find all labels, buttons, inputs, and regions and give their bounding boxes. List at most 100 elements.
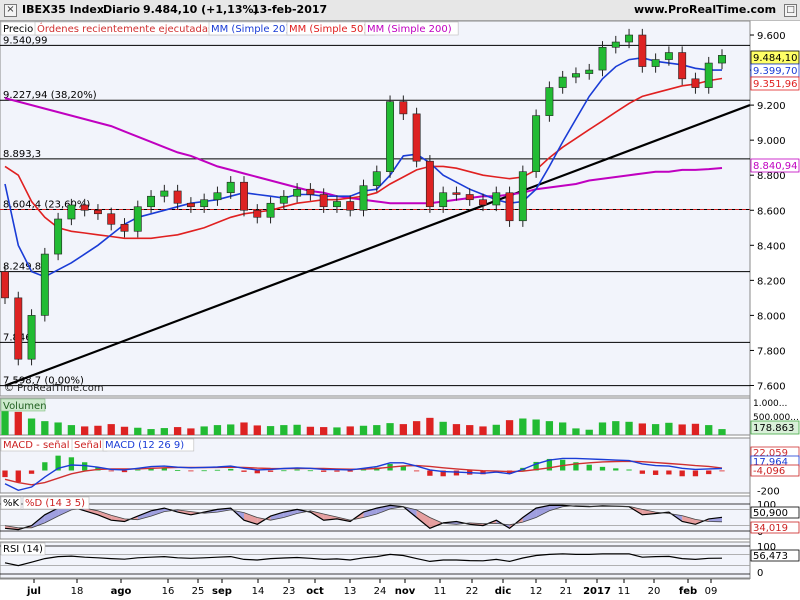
ytick-label: 8.400 <box>757 241 786 252</box>
ytick-label: 8.800 <box>757 171 786 182</box>
ytick-label: 9.200 <box>757 101 786 112</box>
stoch-tag: 34,019 <box>753 523 788 534</box>
volume-bar <box>41 421 49 435</box>
macd-hist-bar <box>692 470 699 477</box>
candle-body <box>40 253 49 316</box>
volume-bar <box>559 422 567 435</box>
candle-body <box>412 113 421 162</box>
macd-hist-bar <box>307 470 314 472</box>
volume-bar <box>386 423 394 435</box>
macd-hist-bar <box>174 470 181 471</box>
candle-body <box>1 271 9 299</box>
rsi-tag: 56,473 <box>753 551 788 562</box>
volume-bar <box>213 425 222 435</box>
volume-bar <box>160 428 168 435</box>
candle-body <box>200 199 209 208</box>
volume-bar <box>399 424 407 435</box>
volume-bar <box>479 426 487 435</box>
watermark: © ProRealTime.com <box>4 383 104 394</box>
macd-hist-bar <box>241 470 247 472</box>
volume-bar <box>27 418 36 435</box>
macd-hist-bar <box>42 462 48 471</box>
volume-bar <box>346 426 354 435</box>
rsi-panel <box>0 541 751 579</box>
volume-bar <box>333 427 341 435</box>
xtick-label: nov <box>395 586 416 597</box>
candle-body <box>545 87 554 116</box>
volume-bar <box>14 411 22 435</box>
xtick-label: 24 <box>374 586 387 597</box>
volume-bar <box>705 425 713 435</box>
candle-body <box>266 202 275 218</box>
candle-body <box>704 62 713 88</box>
candle-body <box>160 190 169 197</box>
ytick-label: 9.000 <box>757 136 786 147</box>
candle-body <box>14 297 23 360</box>
candle-body <box>279 195 288 204</box>
macd-hist-bar <box>214 469 221 471</box>
macd-ytick: -200 <box>757 487 780 498</box>
macd-hist-bar <box>706 470 712 475</box>
ytick-label: 8.000 <box>757 311 786 322</box>
volume-bar <box>107 424 115 435</box>
volume-bar <box>81 426 89 435</box>
macd-hist-bar <box>427 470 433 476</box>
candle-body <box>479 199 487 206</box>
macd-hist-bar <box>626 469 632 471</box>
macd-hist-bar <box>413 470 420 472</box>
volume-bar <box>572 428 580 435</box>
candle-body <box>120 223 129 232</box>
candle-body <box>386 101 395 173</box>
candle-body <box>372 171 381 187</box>
level-label: 9.227,94 (38,20%) <box>3 90 97 101</box>
volume-bar <box>545 421 554 435</box>
macd-hist-bar <box>228 468 234 471</box>
volume-bar <box>373 425 381 435</box>
ytick-label: 7.800 <box>757 346 786 357</box>
xtick-label: ago <box>111 586 132 597</box>
xtick-label: 25 <box>192 586 205 597</box>
stoch-tag: 50,900 <box>753 508 788 519</box>
macd-hist-bar <box>267 470 274 472</box>
xtick-label: 22 <box>466 586 479 597</box>
volume-bar <box>240 422 248 435</box>
macd-hist-bar <box>188 470 194 472</box>
candle-body <box>439 192 448 208</box>
stoch-legend-d: %D (14 3 5) <box>25 498 85 509</box>
volume-bar <box>678 424 686 435</box>
candle-body <box>359 185 368 211</box>
legend-mm200: MM (Simple 200) <box>367 24 452 35</box>
candle-body <box>226 181 235 194</box>
macd-hist-bar <box>347 470 353 472</box>
macd-hist-bar <box>254 470 260 474</box>
xtick-label: 2017 <box>583 586 611 597</box>
volume-bar <box>651 424 660 435</box>
macd-hist-bar <box>586 464 592 471</box>
candle-body <box>319 194 328 208</box>
volume-bar <box>253 425 261 435</box>
macd-legend-signal: Señal <box>74 440 102 451</box>
volume-bar <box>147 429 155 435</box>
candle-body <box>505 192 514 222</box>
candle-body <box>492 192 501 206</box>
macd-hist-bar <box>599 466 606 471</box>
chart-svg: 9.540,99 9.227,94 (38,20%) 8.893,3 8.604,4 … <box>0 20 800 597</box>
xtick-label: 14 <box>252 586 265 597</box>
level-label: 8.893,3 <box>3 149 41 160</box>
macd-hist-bar <box>68 457 75 471</box>
xtick-label: 11 <box>618 586 631 597</box>
vol-ytick: 1.000... <box>753 399 787 409</box>
candle-body <box>27 315 36 360</box>
legend-orders: Órdenes recientemente ejecutadas <box>37 22 213 35</box>
volume-bar <box>452 424 461 435</box>
volume-bar <box>466 425 474 435</box>
legend-mm50: MM (Simple 50) <box>289 24 367 35</box>
volume-bar <box>492 424 500 435</box>
volume-bar <box>598 422 607 435</box>
volume-bar <box>293 424 301 435</box>
volume-bar <box>200 426 208 435</box>
candle-body <box>93 209 102 215</box>
volume-bar <box>585 429 593 435</box>
volume-bar <box>532 419 540 435</box>
rsi-ytick: 0 <box>757 568 763 579</box>
